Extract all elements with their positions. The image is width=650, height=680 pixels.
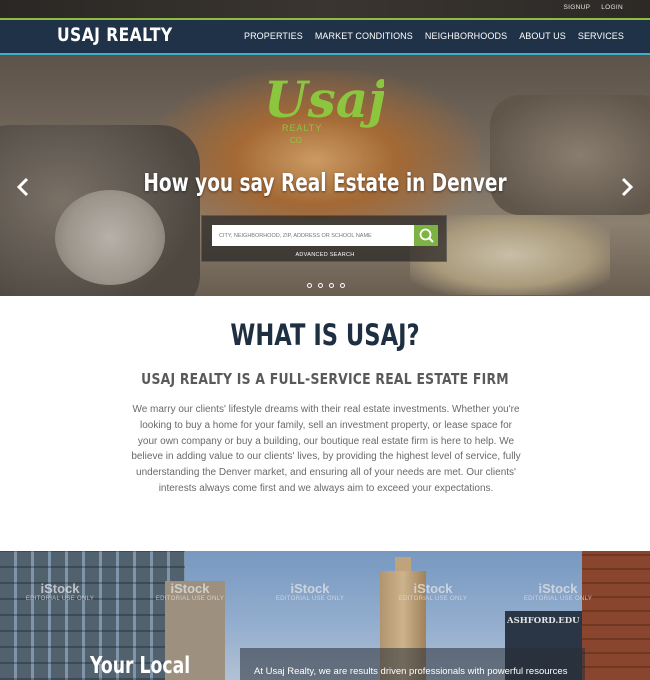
- search-button[interactable]: [414, 225, 438, 246]
- usaj-brand-logo: Usaj REALTY CO: [264, 70, 384, 145]
- city-text: At Usaj Realty, we are results driven pr…: [254, 666, 568, 677]
- slide-dot[interactable]: [340, 283, 345, 288]
- site-logo[interactable]: USAJ REALTY: [57, 24, 173, 46]
- property-search: ADVANCED SEARCH: [201, 215, 447, 262]
- nav-item-properties[interactable]: PROPERTIES: [244, 31, 303, 41]
- account-links: SIGNUP LOGIN: [564, 4, 623, 11]
- slider-pagination: [307, 283, 345, 288]
- slide-dot[interactable]: [307, 283, 312, 288]
- slide-dot[interactable]: [318, 283, 323, 288]
- city-section: ASHFORD.EDU iStock EDITORIAL USE ONLY iS…: [0, 551, 650, 680]
- about-subtitle: USAJ REALTY IS A FULL-SERVICE REAL ESTAT…: [141, 370, 509, 388]
- nav-menu: PROPERTIES MARKET CONDITIONS NEIGHBORHOO…: [244, 31, 624, 41]
- city-heading: Your Local: [90, 653, 191, 679]
- about-body: We marry our clients' lifestyle dreams w…: [131, 404, 521, 494]
- brand-logo-co: CO: [290, 136, 302, 145]
- slide-dot[interactable]: [329, 283, 334, 288]
- brand-logo-text: Usaj: [264, 70, 384, 129]
- nav-item-about-us[interactable]: ABOUT US: [519, 31, 566, 41]
- brand-logo-subtext: REALTY: [282, 123, 322, 133]
- chevron-left-icon[interactable]: [14, 177, 32, 197]
- search-icon: [419, 228, 434, 243]
- login-link[interactable]: LOGIN: [601, 4, 623, 11]
- about-title: WHAT IS USAJ?: [230, 318, 420, 352]
- nav-item-market-conditions[interactable]: MARKET CONDITIONS: [315, 31, 413, 41]
- search-input[interactable]: [212, 225, 414, 246]
- advanced-search-link[interactable]: ADVANCED SEARCH: [202, 252, 448, 258]
- chevron-right-icon[interactable]: [618, 177, 636, 197]
- utility-bar: SIGNUP LOGIN: [0, 0, 650, 18]
- nav-item-neighborhoods[interactable]: NEIGHBORHOODS: [425, 31, 507, 41]
- nav-item-services[interactable]: SERVICES: [578, 31, 624, 41]
- hero-title: How you say Real Estate in Denver: [143, 168, 507, 197]
- main-nav: USAJ REALTY PROPERTIES MARKET CONDITIONS…: [0, 18, 650, 55]
- signup-link[interactable]: SIGNUP: [564, 4, 591, 11]
